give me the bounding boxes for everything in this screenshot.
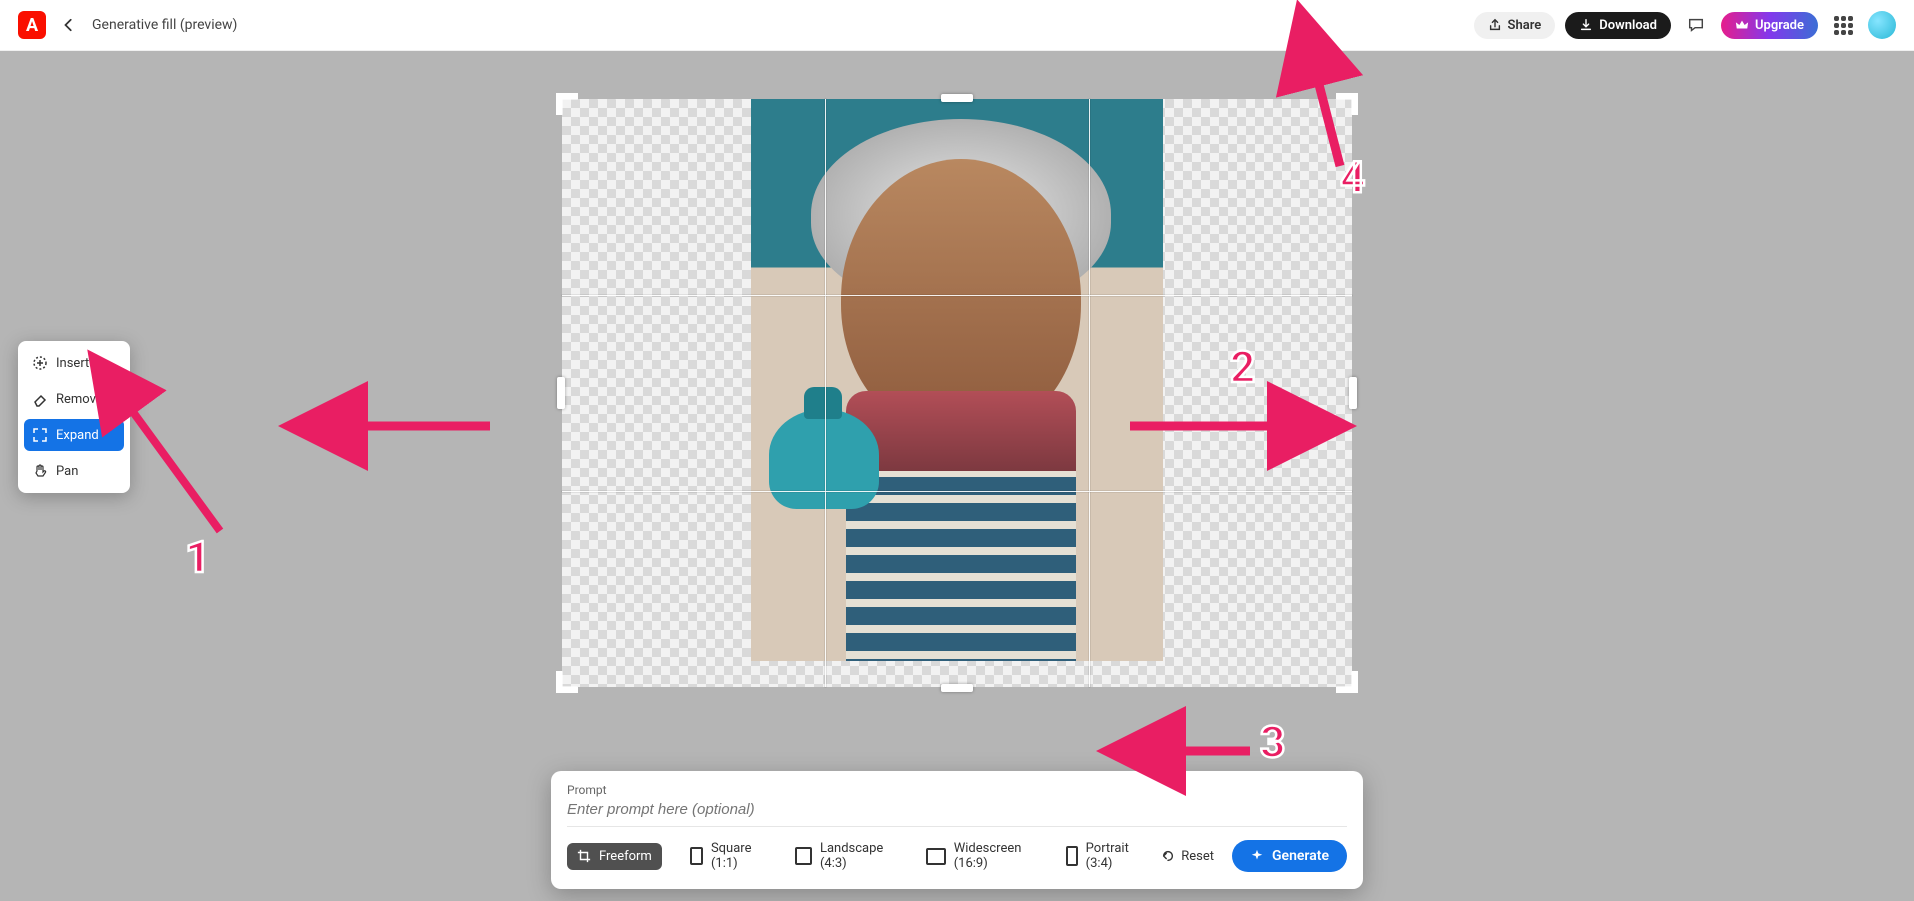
ratio-16-9-icon (926, 848, 946, 865)
back-button[interactable] (58, 14, 80, 36)
tool-insert[interactable]: Insert (24, 347, 124, 379)
reset-button[interactable]: Reset (1161, 849, 1214, 864)
upgrade-label: Upgrade (1755, 18, 1804, 33)
prompt-input[interactable] (567, 797, 1347, 826)
tool-remove[interactable]: Remove (24, 383, 124, 415)
option-landscape-label: Landscape (4:3) (820, 841, 888, 871)
generate-button[interactable]: Generate (1232, 840, 1347, 872)
annotation-arrow-3 (1160, 731, 1260, 771)
crop-icon (577, 849, 591, 863)
tool-expand[interactable]: Expand (24, 419, 124, 451)
sparkle-icon (1250, 849, 1264, 863)
topbar-left: A Generative fill (preview) (18, 11, 237, 39)
tool-pan[interactable]: Pan (24, 455, 124, 487)
download-icon (1579, 18, 1593, 32)
option-portrait[interactable]: Portrait (3:4) (1056, 835, 1143, 877)
option-square[interactable]: Square (1:1) (680, 835, 767, 877)
speech-bubble-icon (1687, 16, 1705, 34)
option-landscape[interactable]: Landscape (4:3) (785, 835, 898, 877)
tool-insert-label: Insert (56, 356, 89, 371)
expand-icon (32, 427, 48, 443)
adobe-logo[interactable]: A (18, 11, 46, 39)
crop-handle-bottom[interactable] (941, 684, 973, 692)
top-bar: A Generative fill (preview) Share Downlo… (0, 0, 1914, 51)
ratio-4-3-icon (795, 847, 812, 865)
option-freeform[interactable]: Freeform (567, 843, 662, 870)
tool-panel: Insert Remove Expand Pan (18, 341, 130, 493)
apps-button[interactable] (1828, 10, 1858, 40)
option-widescreen-label: Widescreen (16:9) (954, 841, 1028, 871)
annotation-number-3: 3 (1260, 716, 1285, 768)
image-content (751, 99, 1163, 661)
option-freeform-label: Freeform (599, 849, 652, 864)
comment-button[interactable] (1681, 10, 1711, 40)
option-widescreen[interactable]: Widescreen (16:9) (916, 835, 1038, 877)
tool-expand-label: Expand (56, 428, 99, 443)
download-button[interactable]: Download (1565, 12, 1671, 39)
hand-icon (32, 463, 48, 479)
upgrade-button[interactable]: Upgrade (1721, 12, 1818, 39)
crown-icon (1735, 18, 1749, 32)
canvas-area: Insert Remove Expand Pan Prompt Freeform… (0, 51, 1914, 901)
tool-pan-label: Pan (56, 464, 78, 479)
crop-handle-right[interactable] (1349, 377, 1357, 409)
reset-label: Reset (1181, 849, 1214, 864)
annotation-arrow-left (340, 406, 500, 446)
eraser-icon (32, 391, 48, 407)
generate-label: Generate (1272, 848, 1329, 864)
share-label: Share (1508, 18, 1542, 33)
page-title: Generative fill (preview) (92, 17, 237, 33)
waffle-icon (1834, 16, 1853, 35)
option-square-label: Square (1:1) (711, 841, 757, 871)
tool-remove-label: Remove (56, 392, 103, 407)
share-icon (1488, 18, 1502, 32)
ratio-1-1-icon (690, 847, 703, 865)
prompt-bar: Prompt Freeform Square (1:1) Landscape (… (551, 771, 1363, 889)
crop-handle-top[interactable] (941, 94, 973, 102)
topbar-right: Share Download Upgrade (1474, 10, 1896, 40)
insert-icon (32, 355, 48, 371)
avatar[interactable] (1868, 11, 1896, 39)
aspect-options: Freeform Square (1:1) Landscape (4:3) Wi… (567, 826, 1347, 877)
undo-icon (1161, 849, 1175, 863)
option-portrait-label: Portrait (3:4) (1086, 841, 1134, 871)
canvas-frame[interactable] (562, 99, 1352, 687)
prompt-label: Prompt (567, 783, 1347, 797)
share-button[interactable]: Share (1474, 12, 1556, 39)
ratio-3-4-icon (1066, 846, 1078, 866)
annotation-number-1: 1 (185, 531, 210, 583)
crop-handle-left[interactable] (557, 377, 565, 409)
download-label: Download (1599, 18, 1657, 33)
